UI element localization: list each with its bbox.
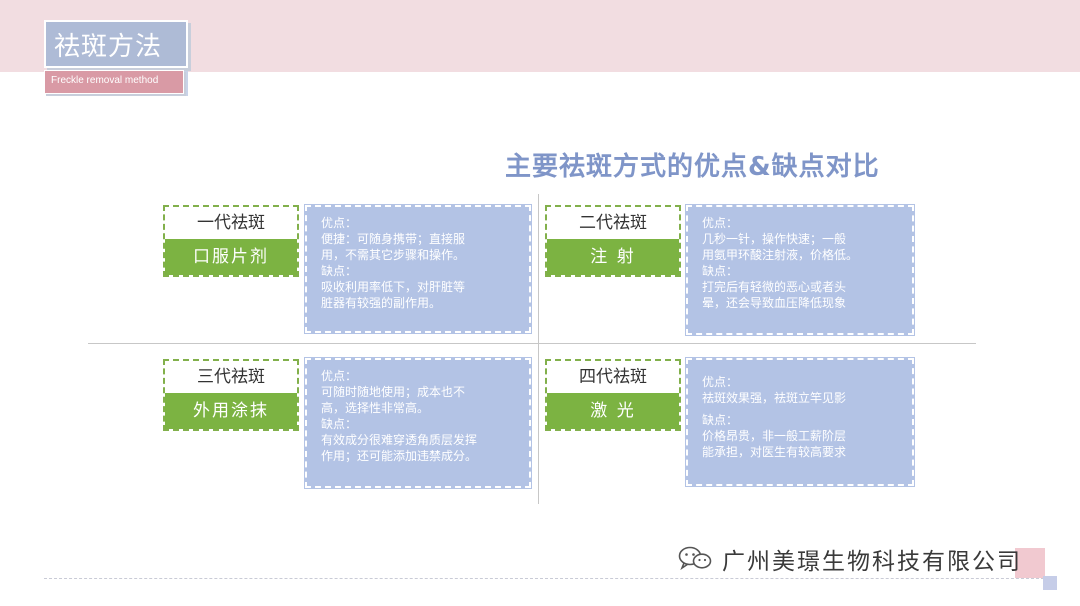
generation-label: 三代祛斑 xyxy=(197,367,265,387)
header-subtitle-box: Freckle removal method xyxy=(44,70,184,94)
method-detail-3: 优点： 可随时随地使用；成本也不 高，选择性非常高。 缺点： 有效成分很难穿透角… xyxy=(304,357,532,489)
method-label-1: 一代祛斑 口服片剂 xyxy=(163,205,299,277)
cons-line: 有效成分很难穿透角质层发挥 xyxy=(321,433,478,447)
pros-line: 高，选择性非常高。 xyxy=(321,401,430,415)
horizontal-divider xyxy=(88,343,976,344)
method-name: 外用涂抹 xyxy=(165,393,297,429)
cons-label: 缺点： xyxy=(702,413,739,427)
footer-divider xyxy=(44,578,1044,579)
method-detail-2: 优点： 几秒一针，操作快速；一般 用氨甲环酸注射液，价格低。 缺点： 打完后有轻… xyxy=(685,204,915,336)
method-name: 激 光 xyxy=(547,393,679,429)
method-label-3: 三代祛斑 外用涂抹 xyxy=(163,359,299,431)
pros-line: 用氨甲环酸注射液，价格低。 xyxy=(702,248,859,262)
method-label-4: 四代祛斑 激 光 xyxy=(545,359,681,431)
cons-line: 能承担，对医生有较高要求 xyxy=(702,445,847,459)
pros-line: 用，不需其它步骤和操作。 xyxy=(321,248,466,262)
generation-label: 四代祛斑 xyxy=(579,367,647,387)
pros-line: 几秒一针，操作快速；一般 xyxy=(702,232,847,246)
cons-line: 吸收利用率低下，对肝脏等 xyxy=(321,280,466,294)
header-subtitle: Freckle removal method xyxy=(51,75,159,86)
wechat-icon xyxy=(678,546,712,570)
header-title-box: 祛斑方法 xyxy=(44,20,188,68)
cons-line: 价格昂贵，非一般工薪阶层 xyxy=(702,429,847,443)
vertical-divider xyxy=(538,194,539,504)
cons-line: 打完后有轻微的恶心或者头 xyxy=(702,280,847,294)
footer-decor-square-small xyxy=(1043,576,1057,590)
generation-label: 一代祛斑 xyxy=(197,213,265,233)
cons-line: 晕，还会导致血压降低现象 xyxy=(702,296,847,310)
pros-label: 优点： xyxy=(321,369,358,383)
pros-label: 优点： xyxy=(321,216,358,230)
pros-line: 可随时随地使用；成本也不 xyxy=(321,385,466,399)
cons-label: 缺点： xyxy=(702,264,739,278)
header-title: 祛斑方法 xyxy=(54,32,163,62)
cons-label: 缺点： xyxy=(321,417,358,431)
method-label-2: 二代祛斑 注 射 xyxy=(545,205,681,277)
method-name: 口服片剂 xyxy=(165,239,297,275)
pros-line: 祛斑效果强，祛斑立竿见影 xyxy=(702,391,847,405)
generation-label: 二代祛斑 xyxy=(579,213,647,233)
method-name: 注 射 xyxy=(547,239,679,275)
pros-label: 优点： xyxy=(702,216,739,230)
pros-label: 优点： xyxy=(702,375,739,389)
cons-label: 缺点： xyxy=(321,264,358,278)
cons-line: 脏器有较强的副作用。 xyxy=(321,296,442,310)
pros-line: 便捷：可随身携带；直接服 xyxy=(321,232,466,246)
method-detail-4: 优点： 祛斑效果强，祛斑立竿见影 缺点： 价格昂贵，非一般工薪阶层 能承担，对医… xyxy=(685,357,915,487)
cons-line: 作用；还可能添加违禁成分。 xyxy=(321,449,478,463)
main-title: 主要祛斑方式的优点&缺点对比 xyxy=(505,152,880,182)
method-detail-1: 优点： 便捷：可随身携带；直接服 用，不需其它步骤和操作。 缺点： 吸收利用率低… xyxy=(304,204,532,334)
company-name: 广州美璟生物科技有限公司 xyxy=(722,549,1022,575)
